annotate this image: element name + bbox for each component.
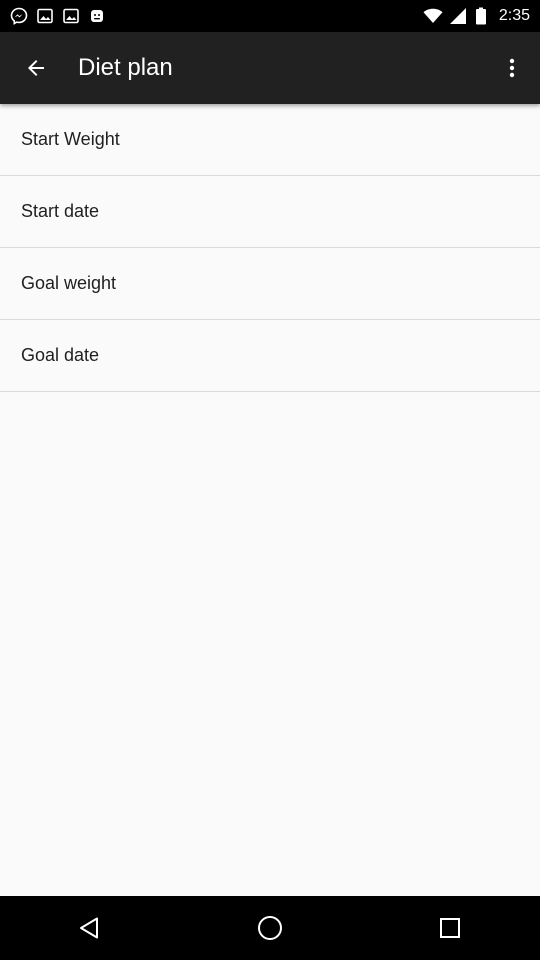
nav-home-button[interactable] [220,896,320,960]
list-item-start-weight[interactable]: Start Weight [0,104,540,176]
status-notifications [10,7,106,25]
list-item-start-date[interactable]: Start date [0,176,540,248]
page-title: Diet plan [78,54,173,81]
status-bar: 2:35 [0,0,540,32]
more-vert-icon [500,56,524,80]
home-circle-icon [256,914,284,942]
back-button[interactable] [0,32,72,104]
list-item-label: Start date [21,201,100,221]
list-item-label: Goal date [21,345,100,365]
recents-square-icon [438,916,462,940]
back-triangle-icon [77,915,103,941]
navigation-bar [0,896,540,960]
nav-back-button[interactable] [40,896,140,960]
screen: 2:35 Diet plan Start Weight Start date G… [0,0,540,960]
list-item-goal-weight[interactable]: Goal weight [0,248,540,320]
android-icon [88,7,106,25]
image-icon [62,7,80,25]
diet-plan-list: Start Weight Start date Goal weight Goal… [0,104,540,392]
list-item-label: Start Weight [21,129,120,149]
status-system: 2:35 [423,7,530,25]
status-time: 2:35 [498,7,530,24]
list-item-goal-date[interactable]: Goal date [0,320,540,392]
app-bar: Diet plan [0,32,540,104]
nav-recents-button[interactable] [400,896,500,960]
signal-icon [449,7,467,25]
battery-icon [475,7,487,25]
wifi-icon [423,7,443,25]
more-options-button[interactable] [484,32,540,104]
list-item-label: Goal weight [21,273,117,293]
messenger-icon [10,7,28,25]
image-icon [36,7,54,25]
arrow-back-icon [24,56,48,80]
